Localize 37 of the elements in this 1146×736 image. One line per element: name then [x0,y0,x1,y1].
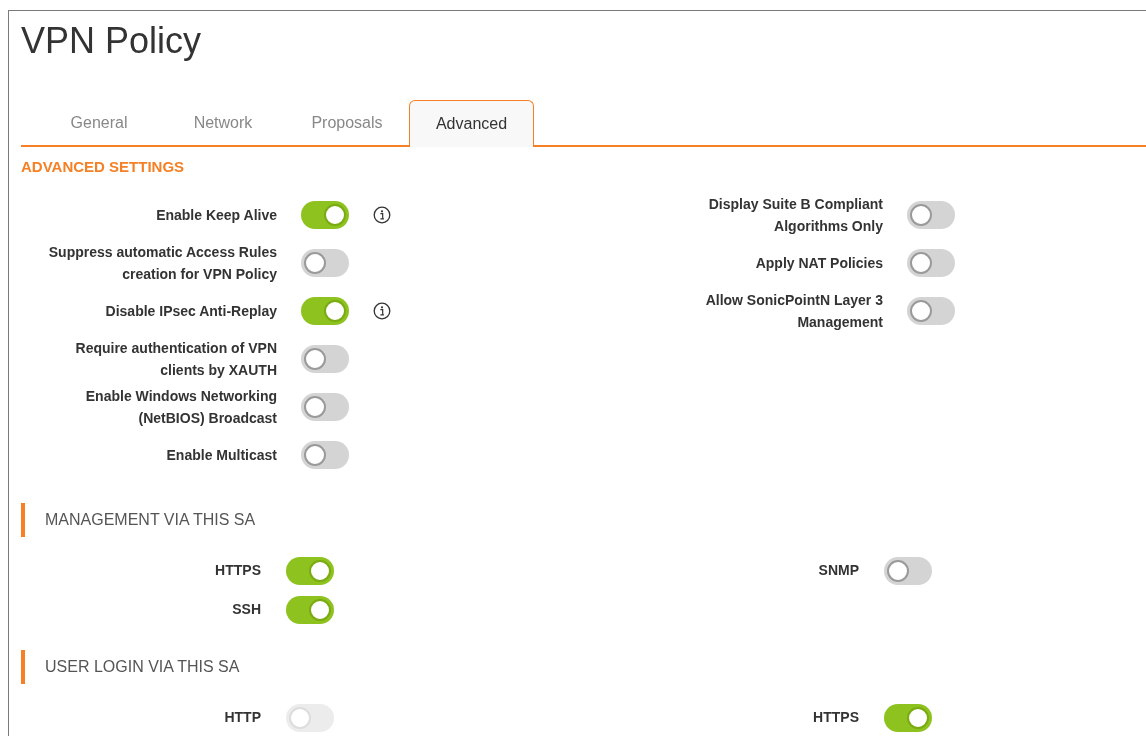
tab[interactable]: Advanced [409,100,534,147]
toggle-switch[interactable] [301,344,349,373]
toggle-switch[interactable] [301,296,349,325]
tab[interactable]: General [37,100,161,145]
toggle-switch[interactable] [907,248,955,277]
setting-label: Enable Keep Alive [155,205,277,225]
toggle-switch[interactable] [907,200,955,229]
toggle-switch[interactable] [907,296,955,325]
info-icon[interactable] [373,301,391,320]
toggle-switch[interactable] [884,703,932,732]
tab[interactable]: Proposals [285,100,409,145]
info-icon[interactable] [373,205,391,224]
setting-label: Enable Windows Networking (NetBIOS) Broadcast [84,386,277,428]
setting-label: Suppress automatic Access Rules creation for VPN Policy [47,242,277,284]
page-title: VPN Policy [21,19,203,63]
subsection-heading: MANAGEMENT VIA THIS SA [21,502,1146,537]
setting-label: Disable IPsec Anti-Replay [104,301,277,321]
setting-label: SSH [231,600,261,619]
setting-label: HTTP [223,708,261,727]
setting-label: Display Suite B Compliant Algorithms Only [707,194,883,236]
subsection-heading: USER LOGIN VIA THIS SA [21,649,1146,684]
setting-label: SNMP [817,561,859,580]
toggle-switch[interactable] [301,248,349,277]
toggle-switch[interactable] [301,440,349,469]
toggle-switch[interactable] [884,556,932,585]
setting-label: Allow SonicPointN Layer 3 Management [704,290,883,332]
section-heading: ADVANCED SETTINGS [21,157,186,177]
toggle-switch[interactable] [286,556,334,585]
setting-label: Require authentication of VPN clients by XAUTH [74,338,277,380]
setting-label: HTTPS [812,708,859,727]
toggle-switch[interactable] [286,595,334,624]
setting-label: Apply NAT Policies [754,253,883,273]
tab[interactable]: Network [161,100,285,145]
setting-label: HTTPS [214,561,261,580]
setting-label: Enable Multicast [165,445,277,465]
toggle-switch[interactable] [301,392,349,421]
toggle-switch[interactable] [301,200,349,229]
